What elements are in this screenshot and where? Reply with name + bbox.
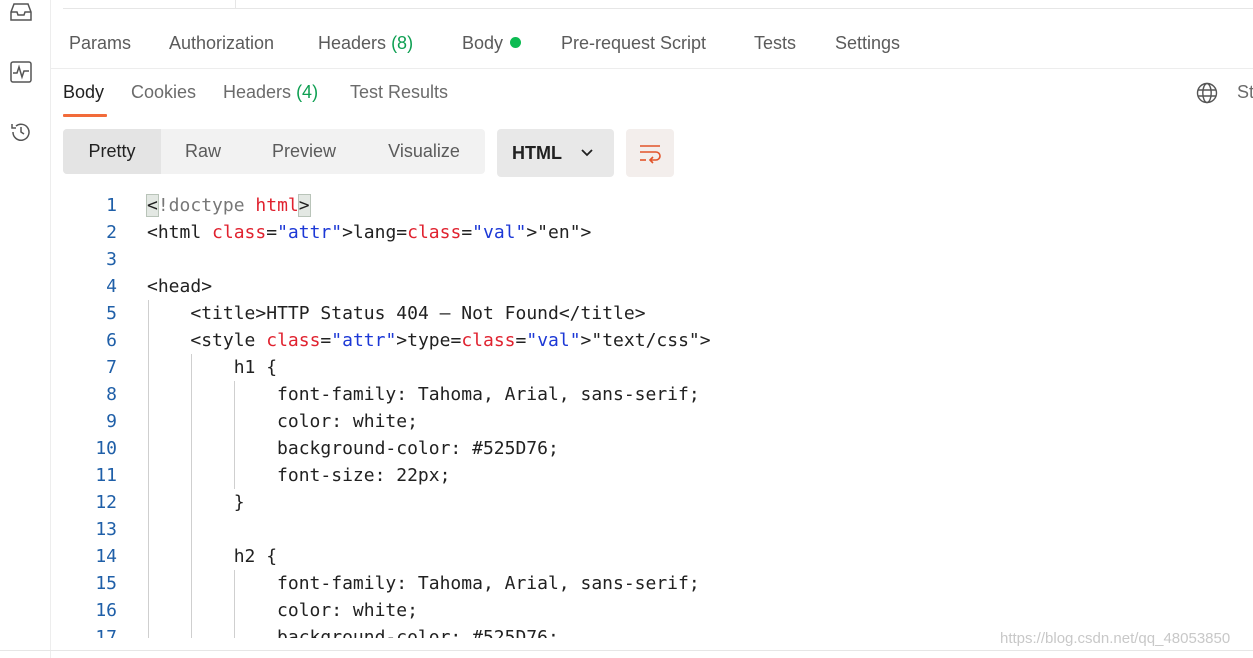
code-text: }	[147, 492, 245, 513]
response-status-text: St	[1237, 82, 1253, 102]
code-line: 3	[63, 246, 1253, 273]
view-preview-button[interactable]: Preview	[245, 129, 363, 174]
tab-headers-count: (8)	[391, 33, 414, 53]
line-number: 4	[106, 276, 117, 297]
response-headers-count: (4)	[296, 82, 319, 102]
code-line: 11 font-size: 22px;	[63, 462, 1253, 489]
tab-headers[interactable]: Headers (8)	[318, 33, 413, 54]
code-line: 4 <head>	[63, 273, 1253, 300]
left-sidebar	[0, 0, 51, 658]
body-indicator-dot	[510, 37, 522, 48]
code-text: font-family: Tahoma, Arial, sans-serif;	[147, 384, 700, 405]
code-text: font-family: Tahoma, Arial, sans-serif;	[147, 573, 700, 594]
chevron-down-icon	[579, 146, 595, 164]
tab-params-label: Params	[69, 33, 132, 53]
history-icon[interactable]	[9, 120, 33, 144]
response-tab-body-label: Body	[63, 82, 105, 102]
line-number: 5	[106, 303, 117, 324]
view-visualize-button[interactable]: Visualize	[363, 129, 485, 174]
response-tab-headers-label: Headers	[223, 82, 292, 102]
line-number: 15	[95, 573, 117, 594]
language-select[interactable]: HTML	[497, 129, 614, 177]
line-number: 6	[106, 330, 117, 351]
line-number: 17	[95, 627, 117, 638]
line-number: 8	[106, 384, 117, 405]
inbox-icon[interactable]	[9, 2, 33, 26]
tab-headers-label: Headers	[318, 33, 387, 53]
tab-body-label: Body	[462, 33, 504, 53]
response-tab-body[interactable]: Body	[63, 82, 104, 103]
response-tab-headers[interactable]: Headers (4)	[223, 82, 318, 103]
code-line: 6 <style class="attr">type=class="val">"…	[63, 327, 1253, 354]
tab-settings[interactable]: Settings	[835, 33, 900, 54]
code-line: 14 h2 {	[63, 543, 1253, 570]
line-number: 2	[106, 222, 117, 243]
globe-icon[interactable]	[1196, 82, 1218, 109]
line-number: 10	[95, 438, 117, 459]
language-select-value: HTML	[512, 143, 562, 163]
line-number: 14	[95, 546, 117, 567]
code-line: 12 }	[63, 489, 1253, 516]
line-number: 11	[95, 465, 117, 486]
tab-params[interactable]: Params	[69, 33, 131, 54]
code-line: 7 h1 {	[63, 354, 1253, 381]
view-raw-button[interactable]: Raw	[161, 129, 245, 174]
code-text: background-color: #525D76;	[147, 627, 559, 638]
tab-tests-label: Tests	[754, 33, 797, 53]
url-bar-remnant	[63, 0, 1253, 9]
response-tab-cookies-label: Cookies	[131, 82, 197, 102]
code-text: <!doctype html>	[146, 194, 311, 217]
tab-tests[interactable]: Tests	[754, 33, 796, 54]
code-text: <title>HTTP Status 404 – Not Found</titl…	[190, 303, 646, 324]
code-line: 13	[63, 516, 1253, 543]
code-line: 15 font-family: Tahoma, Arial, sans-seri…	[63, 570, 1253, 597]
url-bar-divider	[235, 0, 236, 8]
tab-pre-request-script[interactable]: Pre-request Script	[561, 33, 706, 54]
line-number: 9	[106, 411, 117, 432]
tab-authorization-label: Authorization	[169, 33, 275, 53]
tab-authorization[interactable]: Authorization	[169, 33, 274, 54]
response-tab-test-results[interactable]: Test Results	[350, 82, 448, 103]
code-line: 10 background-color: #525D76;	[63, 435, 1253, 462]
code-text: color: white;	[147, 600, 418, 621]
view-pretty-button[interactable]: Pretty	[63, 129, 161, 174]
code-text: h1 {	[147, 357, 278, 378]
line-number: 3	[106, 249, 117, 270]
code-text: background-color: #525D76;	[147, 438, 559, 459]
code-text: <html class="attr">lang=class="val">"en"…	[147, 222, 592, 243]
code-text: <head>	[147, 276, 213, 297]
response-tab-cookies[interactable]: Cookies	[131, 82, 196, 103]
wrap-lines-button[interactable]	[626, 129, 674, 177]
tab-pre-request-label: Pre-request Script	[561, 33, 707, 53]
code-line: 9 color: white;	[63, 408, 1253, 435]
response-tab-test-results-label: Test Results	[350, 82, 449, 102]
code-line: 5 <title>HTTP Status 404 – Not Found</ti…	[63, 300, 1253, 327]
code-text: <style class="attr">type=class="val">"te…	[190, 330, 711, 351]
request-tabs: Params Authorization Headers (8) Body Pr…	[51, 28, 1253, 69]
code-text: font-size: 22px;	[147, 465, 451, 486]
view-mode-switcher: Pretty Raw Preview Visualize	[63, 129, 485, 174]
active-tab-underline	[63, 114, 107, 117]
line-number: 7	[106, 357, 117, 378]
code-line: 1 <!doctype html>	[63, 192, 1253, 219]
line-number: 1	[106, 195, 117, 216]
line-number: 16	[95, 600, 117, 621]
code-line: 8 font-family: Tahoma, Arial, sans-serif…	[63, 381, 1253, 408]
code-line: 16 color: white;	[63, 597, 1253, 624]
tab-body[interactable]: Body	[462, 33, 522, 54]
line-number: 12	[95, 492, 117, 513]
code-text: h2 {	[147, 546, 278, 567]
activity-icon[interactable]	[9, 60, 33, 84]
line-number: 13	[95, 519, 117, 540]
code-line: 2 <html class="attr">lang=class="val">"en…	[63, 219, 1253, 246]
bottom-divider	[0, 650, 1253, 651]
code-text: color: white;	[147, 411, 418, 432]
code-viewer[interactable]: 1 <!doctype html> 2 <html class="attr">lang…	[63, 192, 1253, 638]
tab-settings-label: Settings	[835, 33, 901, 53]
watermark: https://blog.csdn.net/qq_48053850	[1000, 630, 1231, 647]
